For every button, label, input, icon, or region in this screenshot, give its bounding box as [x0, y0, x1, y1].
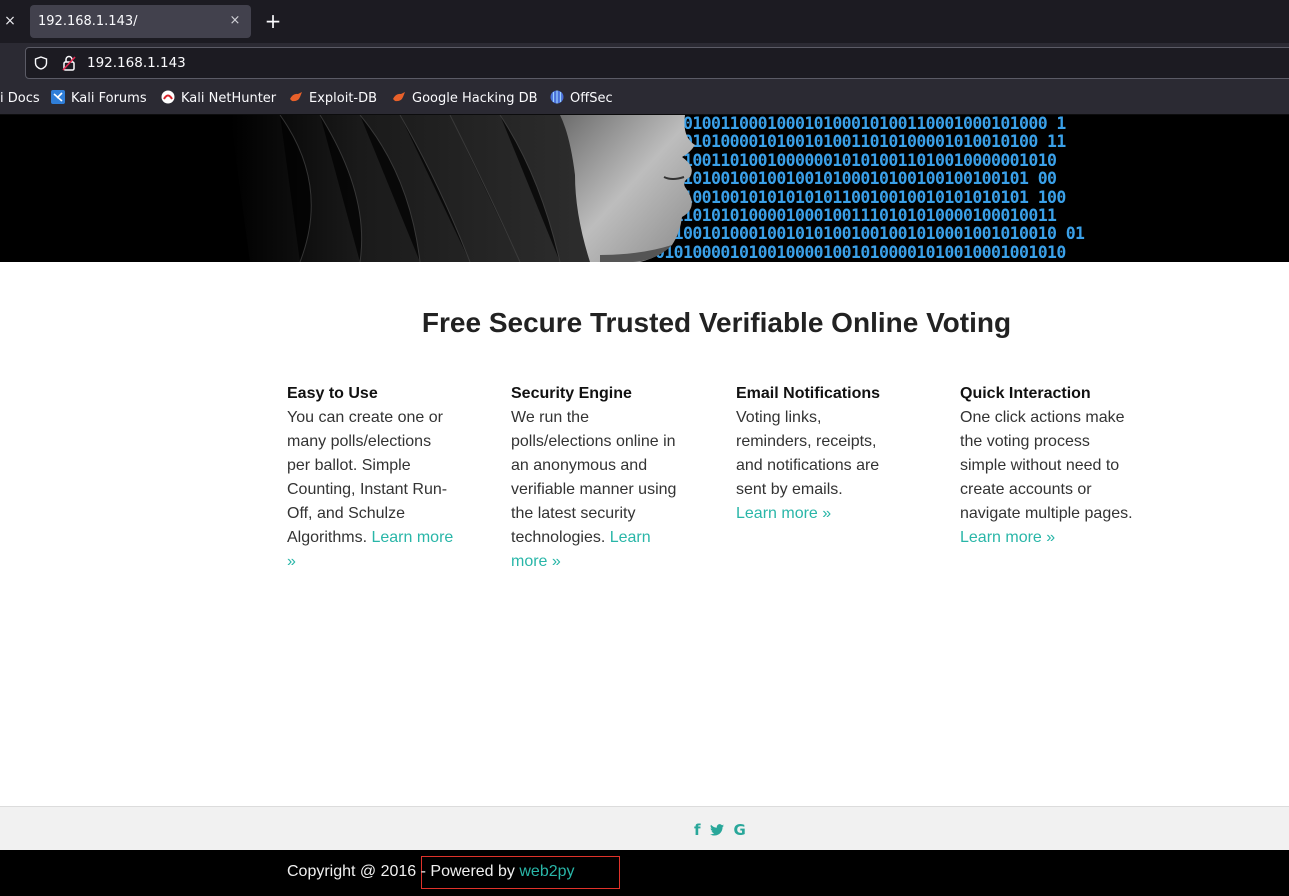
tab-title: 192.168.1.143/: [38, 14, 138, 29]
feature-quick-interaction: Quick Interaction One click actions make…: [960, 382, 1135, 550]
bookmark-kali-docs[interactable]: i Docs: [0, 83, 40, 114]
browser-tab-bar: × 192.168.1.143/ × +: [0, 0, 1289, 43]
kali-nethunter-icon: [161, 90, 175, 104]
web2py-link[interactable]: web2py: [519, 863, 574, 880]
feature-heading: Email Notifications: [736, 385, 881, 402]
bookmark-kali-nethunter[interactable]: Kali NetHunter: [161, 83, 276, 114]
feature-email-notifications: Email Notifications Voting links, remind…: [736, 382, 886, 526]
bookmark-kali-forums[interactable]: Kali Forums: [51, 83, 147, 114]
bookmarks-toolbar: i Docs Kali Forums Kali NetHunter Exploi…: [0, 83, 1289, 115]
insecure-lock-icon[interactable]: [62, 55, 76, 71]
shield-icon[interactable]: [34, 56, 48, 70]
bookmark-label: i Docs: [0, 91, 40, 106]
url-text[interactable]: 192.168.1.143: [87, 48, 186, 78]
copyright-label: Copyright @ 2016 - Powered by: [287, 863, 520, 880]
exploit-db-icon: [290, 92, 302, 102]
learn-more-link[interactable]: Learn more »: [736, 505, 831, 522]
bookmark-offsec[interactable]: OffSec: [550, 83, 613, 114]
feature-heading: Quick Interaction: [960, 385, 1091, 402]
navigation-bar: 192.168.1.143: [0, 43, 1289, 83]
bookmark-label: Kali NetHunter: [181, 91, 277, 106]
feature-description: One click actions make the voting proces…: [960, 409, 1133, 522]
google-icon[interactable]: G: [733, 821, 745, 839]
feature-description: Voting links, reminders, receipts, and n…: [736, 409, 880, 498]
previous-tab-close-icon[interactable]: ×: [2, 10, 18, 32]
google-hacking-db-icon: [393, 92, 405, 102]
page-title: Free Secure Trusted Verifiable Online Vo…: [421, 307, 1012, 338]
offsec-icon: [550, 90, 564, 104]
bookmark-google-hacking-db[interactable]: Google Hacking DB: [392, 83, 538, 114]
hero-banner: 0010100110001000101000101001100010001010…: [0, 115, 1289, 262]
feature-heading: Easy to Use: [287, 385, 378, 402]
bookmark-label: Kali Forums: [71, 91, 147, 106]
twitter-icon[interactable]: [709, 821, 724, 839]
tab-close-icon[interactable]: ×: [227, 12, 243, 30]
feature-security-engine: Security Engine We run the polls/electio…: [511, 382, 681, 574]
new-tab-button[interactable]: +: [262, 9, 284, 33]
copyright-text: Copyright @ 2016 - Powered by web2py: [287, 861, 575, 883]
feature-description: We run the polls/elections online in an …: [511, 409, 677, 546]
social-bar: f G: [0, 806, 1289, 850]
learn-more-link[interactable]: Learn more »: [960, 529, 1055, 546]
social-icons: f G: [694, 821, 751, 839]
address-bar[interactable]: 192.168.1.143: [25, 47, 1289, 79]
feature-easy-to-use: Easy to Use You can create one or many p…: [287, 382, 457, 574]
active-tab[interactable]: 192.168.1.143/ ×: [30, 5, 251, 38]
hero-face-image: [230, 115, 695, 262]
bookmark-exploit-db[interactable]: Exploit-DB: [289, 83, 377, 114]
bookmark-label: Exploit-DB: [309, 91, 378, 106]
feature-description: You can create one or many polls/electio…: [287, 409, 448, 546]
feature-heading: Security Engine: [511, 385, 632, 402]
footer: Copyright @ 2016 - Powered by web2py: [0, 850, 1289, 896]
facebook-icon[interactable]: f: [694, 821, 701, 839]
kali-forums-icon: [51, 90, 65, 104]
bookmark-label: Google Hacking DB: [412, 91, 538, 106]
bookmark-label: OffSec: [570, 91, 613, 106]
